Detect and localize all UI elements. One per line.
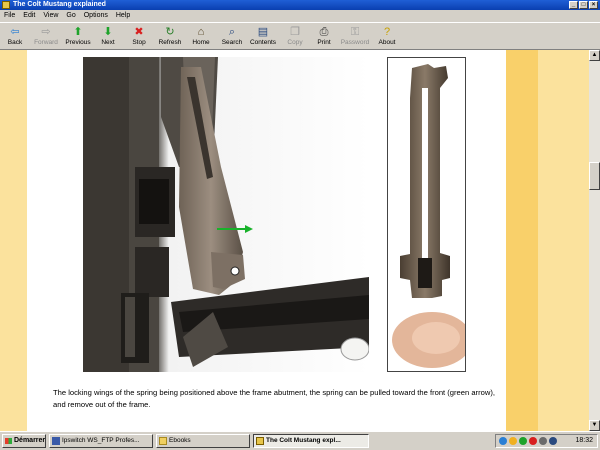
toolbar: ⇦ Back ⇨ Forward ⬆ Previous ⬇ Next ✖ Stop ↻ Re… [0, 22, 600, 50]
antivirus-icon[interactable] [529, 437, 537, 445]
search-icon: ⌕ [228, 26, 236, 38]
minimize-button[interactable]: _ [569, 1, 578, 9]
network-icon[interactable] [499, 437, 507, 445]
search-button[interactable]: ⌕ Search [220, 24, 244, 49]
refresh-icon: ↻ [165, 26, 175, 38]
clock: 18:32 [575, 437, 593, 444]
about-button[interactable]: ? About [376, 24, 398, 49]
app-icon [2, 1, 10, 9]
scroll-up-button[interactable]: ▲ [589, 50, 600, 61]
copy-icon: ❐ [290, 26, 300, 38]
forward-button[interactable]: ⇨ Forward [30, 24, 62, 49]
contents-button[interactable]: ▤ Contents [248, 24, 278, 49]
spring-closeup-illustration [388, 58, 465, 371]
help-content-pane: The locking wings of the spring being po… [0, 50, 589, 431]
task-colt-mustang[interactable]: The Colt Mustang expl... [253, 434, 369, 448]
system-tray: 18:32 [495, 434, 598, 448]
task-ebooks-label: Ebooks [169, 437, 191, 444]
menu-go[interactable]: Go [62, 10, 79, 22]
ftp-app-icon [52, 437, 60, 445]
menu-bar: File Edit View Go Options Help [0, 10, 600, 22]
caption-text: The locking wings of the spring being po… [53, 388, 495, 409]
menu-view[interactable]: View [39, 10, 62, 22]
spring-closeup-photo [387, 57, 466, 372]
right-margin-band [506, 50, 538, 431]
folder-icon [159, 437, 167, 445]
connection-icon[interactable] [549, 437, 557, 445]
task-ftp-label: Ipswitch WS_FTP Profes... [62, 437, 140, 444]
menu-help[interactable]: Help [112, 10, 134, 22]
security-icon[interactable] [519, 437, 527, 445]
spring-in-frame-illustration [83, 57, 369, 372]
about-icon: ? [383, 26, 391, 38]
home-button[interactable]: ⌂ Home [190, 24, 212, 49]
start-label: Démarrer [14, 437, 46, 444]
start-button[interactable]: Démarrer [2, 434, 46, 448]
taskbar: Démarrer Ipswitch WS_FTP Profes... Ebook… [0, 431, 600, 450]
close-button[interactable]: × [589, 1, 598, 9]
scroll-down-button[interactable]: ▼ [589, 420, 600, 431]
menu-options[interactable]: Options [80, 10, 112, 22]
window-title: The Colt Mustang explained [13, 1, 106, 8]
back-arrow-icon: ⇦ [10, 26, 20, 38]
next-button[interactable]: ⬇ Next [96, 24, 120, 49]
stop-button[interactable]: ✖ Stop [128, 24, 150, 49]
contents-icon: ▤ [257, 26, 269, 38]
windows-flag-icon [5, 438, 12, 444]
task-ebooks[interactable]: Ebooks [156, 434, 250, 448]
up-arrow-icon: ⬆ [73, 26, 83, 38]
scroll-thumb[interactable] [589, 162, 600, 190]
stop-icon: ✖ [134, 26, 144, 38]
key-icon: ⚿ [350, 26, 360, 38]
vertical-scrollbar[interactable]: ▲ ▼ [589, 50, 600, 431]
spring-in-frame-photo [83, 57, 369, 372]
refresh-button[interactable]: ↻ Refresh [157, 24, 183, 49]
print-button[interactable]: ⎙ Print [313, 24, 335, 49]
down-arrow-icon: ⬇ [103, 26, 113, 38]
window-controls: _ □ × [569, 1, 598, 9]
left-margin-band [0, 50, 27, 431]
task-colt-label: The Colt Mustang expl... [266, 437, 341, 444]
previous-button[interactable]: ⬆ Previous [63, 24, 93, 49]
back-button[interactable]: ⇦ Back [2, 24, 28, 49]
copy-button[interactable]: ❐ Copy [284, 24, 306, 49]
title-bar: The Colt Mustang explained _ □ × [0, 0, 600, 10]
volume-icon[interactable] [539, 437, 547, 445]
menu-file[interactable]: File [0, 10, 19, 22]
password-button[interactable]: ⚿ Password [338, 24, 372, 49]
help-book-icon [256, 437, 264, 445]
maximize-button[interactable]: □ [579, 1, 588, 9]
right-outer-band [538, 50, 589, 431]
home-icon: ⌂ [197, 26, 205, 38]
notification-icon[interactable] [509, 437, 517, 445]
menu-edit[interactable]: Edit [19, 10, 39, 22]
task-ftp[interactable]: Ipswitch WS_FTP Profes... [49, 434, 153, 448]
forward-arrow-icon: ⇨ [41, 26, 51, 38]
print-icon: ⎙ [319, 26, 329, 38]
